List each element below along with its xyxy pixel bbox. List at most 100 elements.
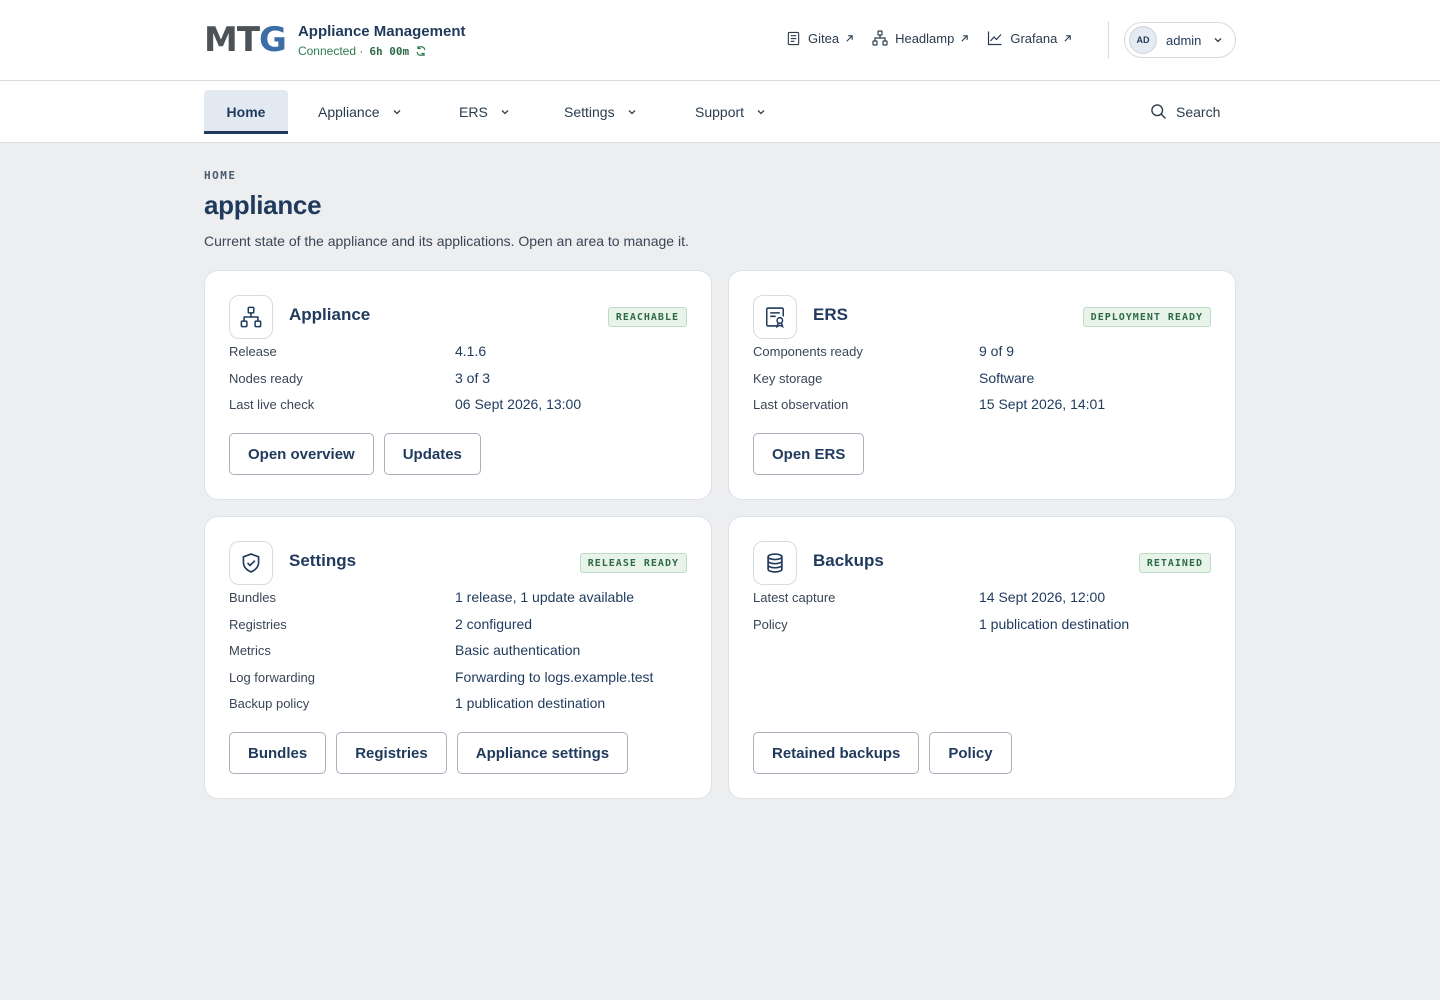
- top-header: MTG Appliance Management Connected · 6h …: [0, 0, 1440, 81]
- retained-backups-button[interactable]: Retained backups: [753, 732, 920, 774]
- detail-key: Metrics: [229, 643, 271, 658]
- chevron-down-icon: [627, 107, 637, 117]
- tab-settings[interactable]: Settings: [564, 90, 637, 134]
- tab-home-label: Home: [226, 104, 266, 120]
- headlamp-link-label: Headlamp: [895, 30, 955, 46]
- card-details: Components ready 9 of 9 Key storage Softwa…: [753, 343, 1213, 423]
- chevron-down-icon: [756, 107, 766, 117]
- detail-value: 06 Sept 2026, 13:00: [455, 396, 582, 412]
- detail-key: Bundles: [229, 590, 276, 605]
- tab-ers[interactable]: ERS: [459, 90, 510, 134]
- registries-button[interactable]: Registries: [336, 732, 447, 774]
- network-icon: [229, 295, 273, 339]
- detail-key: Nodes ready: [229, 370, 303, 386]
- avatar: AD: [1129, 26, 1157, 54]
- open-ers-button[interactable]: Open ERS: [753, 433, 865, 475]
- open-overview-button[interactable]: Open overview: [229, 433, 374, 475]
- detail-key: Last observation: [753, 397, 849, 412]
- headlamp-link[interactable]: Headlamp: [872, 30, 969, 46]
- detail-value: Software: [979, 369, 1035, 386]
- appliance-card: Appliance REACHABLE Release 4.1.6 Nodes r…: [204, 270, 712, 500]
- detail-row: Latest capture 14 Sept 2026, 12:00: [753, 589, 1213, 616]
- grafana-link[interactable]: Grafana: [987, 30, 1072, 46]
- detail-value: 1 publication destination: [455, 695, 606, 711]
- page-title: appliance: [204, 190, 322, 220]
- breadcrumb: HOME: [204, 169, 237, 182]
- detail-key: Components ready: [753, 344, 863, 359]
- app-title: Appliance Management: [297, 23, 466, 40]
- detail-row: Backup policy 1 publication destination: [229, 695, 689, 722]
- updates-button[interactable]: Updates: [383, 433, 481, 475]
- detail-value: 9 of 9: [979, 343, 1015, 359]
- detail-row: Last observation 15 Sept 2026, 14:01: [753, 396, 1213, 423]
- user-name: admin: [1166, 32, 1202, 48]
- detail-value: 1 release, 1 update available: [455, 589, 635, 605]
- detail-key: Registries: [229, 616, 287, 632]
- brand-text: Appliance Management Connected · 6h 00m: [298, 22, 466, 58]
- detail-row: Policy 1 publication destination: [753, 616, 1213, 643]
- connection-status-text: Connected ·: [297, 44, 364, 58]
- tab-home[interactable]: Home: [204, 90, 288, 134]
- database-icon: [753, 541, 797, 585]
- chevron-down-icon: [392, 107, 402, 117]
- detail-value: 3 of 3: [455, 369, 491, 386]
- detail-key: Log forwarding: [229, 669, 315, 685]
- chevron-down-icon: [1213, 35, 1223, 45]
- card-details: Latest capture 14 Sept 2026, 12:00 Policy…: [753, 589, 1213, 642]
- detail-value: 2 configured: [455, 615, 533, 632]
- header-divider: [1108, 21, 1109, 59]
- card-title: ERS: [813, 305, 848, 324]
- uptime: 6h 00m: [369, 44, 410, 58]
- user-menu-button[interactable]: AD admin: [1124, 22, 1236, 58]
- status-badge: RELEASE READY: [579, 553, 687, 573]
- detail-value: Forwarding to logs.example.test: [455, 668, 654, 685]
- card-details: Bundles 1 release, 1 update available Reg…: [229, 589, 689, 722]
- external-arrow-icon: [1063, 34, 1072, 43]
- logo-text: MT: [204, 20, 260, 60]
- tab-ers-label: ERS: [459, 104, 488, 120]
- detail-value: 1 publication destination: [979, 615, 1130, 632]
- network-icon: [872, 30, 888, 46]
- backups-card: Backups RETAINED Latest capture 14 Sept 2…: [728, 516, 1236, 799]
- shield-check-icon: [229, 541, 273, 585]
- connection-status: Connected · 6h 00m: [298, 44, 466, 58]
- detail-row: Log forwarding Forwarding to logs.example…: [229, 669, 689, 696]
- ers-card: ERS DEPLOYMENT READY Components ready 9 o…: [728, 270, 1236, 500]
- card-actions: Open ERS: [753, 433, 874, 475]
- bundles-button[interactable]: Bundles: [229, 732, 327, 774]
- search-label: Search: [1176, 103, 1221, 120]
- appliance-settings-button[interactable]: Appliance settings: [456, 732, 629, 774]
- detail-key: Policy: [753, 616, 788, 632]
- external-arrow-icon: [960, 34, 969, 43]
- brand[interactable]: MTG Appliance Management Connected · 6h …: [204, 20, 466, 60]
- gitea-link[interactable]: Gitea: [786, 31, 854, 46]
- tab-support-label: Support: [695, 104, 745, 120]
- logo: MTG: [204, 20, 287, 60]
- detail-row: Last live check 06 Sept 2026, 13:00: [229, 396, 689, 423]
- tab-appliance[interactable]: Appliance: [318, 90, 402, 134]
- policy-button[interactable]: Policy: [929, 732, 1012, 774]
- detail-key: Key storage: [753, 370, 823, 386]
- detail-row: Registries 2 configured: [229, 616, 689, 643]
- external-arrow-icon: [845, 34, 854, 43]
- detail-value: 14 Sept 2026, 12:00: [979, 589, 1106, 605]
- external-links: Gitea Headlamp Grafana: [786, 30, 1090, 46]
- settings-card: Settings RELEASE READY Bundles 1 release,…: [204, 516, 712, 799]
- card-title: Appliance: [289, 305, 371, 324]
- tab-appliance-label: Appliance: [318, 104, 380, 120]
- main-nav: Home Appliance ERS Settings Support Sear…: [0, 81, 1440, 143]
- detail-row: Nodes ready 3 of 3: [229, 370, 689, 397]
- detail-row: Release 4.1.6: [229, 343, 689, 370]
- card-actions: Bundles Registries Appliance settings: [229, 732, 638, 774]
- detail-row: Bundles 1 release, 1 update available: [229, 589, 689, 616]
- refresh-icon[interactable]: [415, 45, 427, 57]
- detail-key: Latest capture: [753, 590, 836, 605]
- chart-icon: [987, 30, 1003, 46]
- tab-support[interactable]: Support: [695, 90, 766, 134]
- page-description: Current state of the appliance and its a…: [204, 233, 689, 249]
- card-title: Backups: [813, 551, 884, 570]
- certificate-icon: [753, 295, 797, 339]
- search-button[interactable]: Search: [1150, 103, 1220, 120]
- search-icon: [1150, 103, 1167, 120]
- chevron-down-icon: [500, 107, 510, 117]
